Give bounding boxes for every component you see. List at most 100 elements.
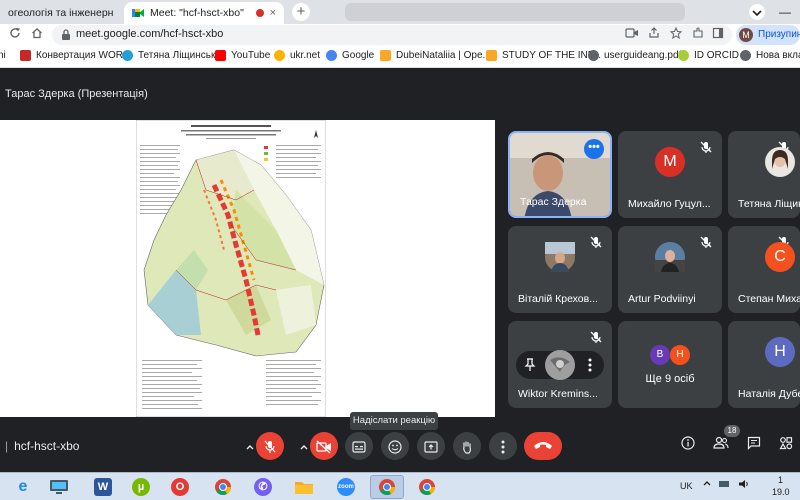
activities-button[interactable] [774,434,798,458]
participant-tile[interactable]: С Степан Миха... [728,226,800,313]
participant-name: Наталія Дубе... [738,388,800,400]
profile-button[interactable]: M Призупинено [736,25,800,45]
bookmark-item[interactable]: YouTube [215,50,270,61]
mic-off-icon [699,140,713,154]
minimize-window-icon[interactable]: — [776,3,794,21]
bookmark-item[interactable]: ID ORCID [678,50,739,61]
close-tab-icon[interactable]: × [270,7,276,19]
taskbar-viber[interactable]: ✆ [246,475,280,499]
background-tab[interactable] [345,3,685,21]
taskbar-utorrent[interactable]: µ [124,475,158,499]
people-button[interactable] [709,434,733,458]
leave-call-button[interactable] [524,432,562,460]
url-text: meet.google.com/hcf-hsct-xbo [76,28,224,40]
participant-tile[interactable]: ••• Тарас Здерка [508,131,612,218]
activities-icon [779,437,793,450]
reactions-button[interactable] [381,432,409,460]
taskbar-chrome-2[interactable] [410,475,444,499]
avatar: В [650,345,670,365]
taskbar-chrome[interactable] [206,475,240,499]
new-tab-button[interactable]: + [292,3,310,21]
more-options-button[interactable] [489,432,517,460]
language-indicator[interactable]: UK [680,481,693,491]
participant-tile[interactable]: Н Наталія Дубе... [728,321,800,408]
present-button[interactable] [417,432,445,460]
avatar: С [765,242,795,273]
taskbar-ie[interactable]: e [6,475,40,499]
taskbar-explorer[interactable] [42,475,76,499]
google-meet-icon [132,7,144,19]
more-options-button[interactable]: ••• [584,139,604,159]
shared-presentation [0,120,495,417]
volume-icon[interactable] [738,479,750,491]
participant-name: Artur Podviinyi [628,293,696,305]
globe-icon [740,50,751,61]
taskbar-opera[interactable]: O [163,475,197,499]
bookmark-item[interactable]: DubeiNataliia | Ope... [380,50,491,61]
home-icon[interactable] [28,26,46,44]
participant-tile[interactable]: Wiktor Kremins... [508,321,612,408]
camera-permission-icon[interactable] [624,27,640,43]
chat-icon [747,436,761,450]
reload-icon[interactable] [6,26,24,44]
address-bar[interactable]: meet.google.com/hcf-hsct-xbo [52,25,732,45]
chat-button[interactable] [742,434,766,458]
more-vert-icon[interactable] [588,358,592,375]
info-icon [681,436,695,450]
viber-icon: ✆ [254,478,272,496]
key-icon [380,50,391,61]
bookmarks-bar: ni Конвертация WOR... Тетяна Ліщинська Y… [0,46,800,68]
others-tile[interactable]: В Н Ще 9 осіб [618,321,722,408]
captions-button[interactable] [345,432,373,460]
orcid-icon [678,50,689,61]
tab-search-icon[interactable] [748,3,766,21]
pin-icon[interactable] [524,358,536,375]
taskbar-zoom[interactable]: zoom [329,475,363,499]
participant-tile[interactable]: Віталій Крехов... [508,226,612,313]
mic-toggle-button[interactable] [256,432,284,460]
telegram-icon [122,50,133,61]
camera-toggle-button[interactable] [310,432,338,460]
extensions-icon[interactable] [690,27,706,43]
bookmark-item[interactable]: ukr.net [274,50,320,61]
meeting-details-button[interactable] [676,434,700,458]
chrome-icon [379,479,396,496]
taskbar-chrome-profile[interactable] [370,475,404,499]
network-icon[interactable] [718,479,730,491]
tab-title: огеологія та інженерна геол [8,7,114,19]
bookmark-star-icon[interactable] [668,26,684,43]
captions-icon [352,441,366,453]
bookmark-item[interactable]: userguideang.pdf [588,50,681,61]
participant-tile[interactable]: Тетяна Ліщин... [728,131,800,218]
participant-tile[interactable]: Artur Podviinyi [618,226,722,313]
taskbar-word[interactable]: W [86,475,120,499]
presenter-label: Тарас Здерка (Презентація) [5,88,148,100]
participant-name: Тетяна Ліщин... [738,198,800,210]
participant-tile[interactable]: М Михайло Гуцул... [618,131,722,218]
share-icon[interactable] [646,27,662,43]
participant-name: Степан Миха... [738,293,800,305]
tab-title: Meet: "hcf-hsct-xbo" [150,7,244,19]
avatar: M [739,28,753,42]
internet-explorer-icon: e [18,478,28,495]
tile-hover-controls [516,350,604,380]
present-screen-icon [424,441,438,453]
youtube-icon [215,50,226,61]
participant-name: Тарас Здерка [520,196,587,208]
browser-tab-geology[interactable]: огеологія та інженерна геол [0,2,122,24]
bookmark-item[interactable]: Нова вкладка [740,50,800,61]
camera-off-icon [316,440,331,454]
emoji-icon [388,440,402,454]
side-panel-icon[interactable] [710,27,726,43]
bookmark-item[interactable]: Конвертация WOR... [20,50,131,61]
taskbar-folder[interactable] [287,475,321,499]
browser-tab-meet[interactable]: Meet: "hcf-hsct-xbo" × [124,2,284,24]
globe-icon [588,50,599,61]
raise-hand-button[interactable] [453,432,481,460]
word-icon: W [94,478,112,496]
tray-arrow-icon[interactable] [702,479,712,491]
bookmark-item[interactable]: STUDY OF THE INF... [486,50,601,61]
bookmark-item[interactable]: Google [326,50,374,61]
bookmark-item[interactable]: ni [0,50,6,61]
bookmark-item[interactable]: Тетяна Ліщинська [122,50,221,61]
